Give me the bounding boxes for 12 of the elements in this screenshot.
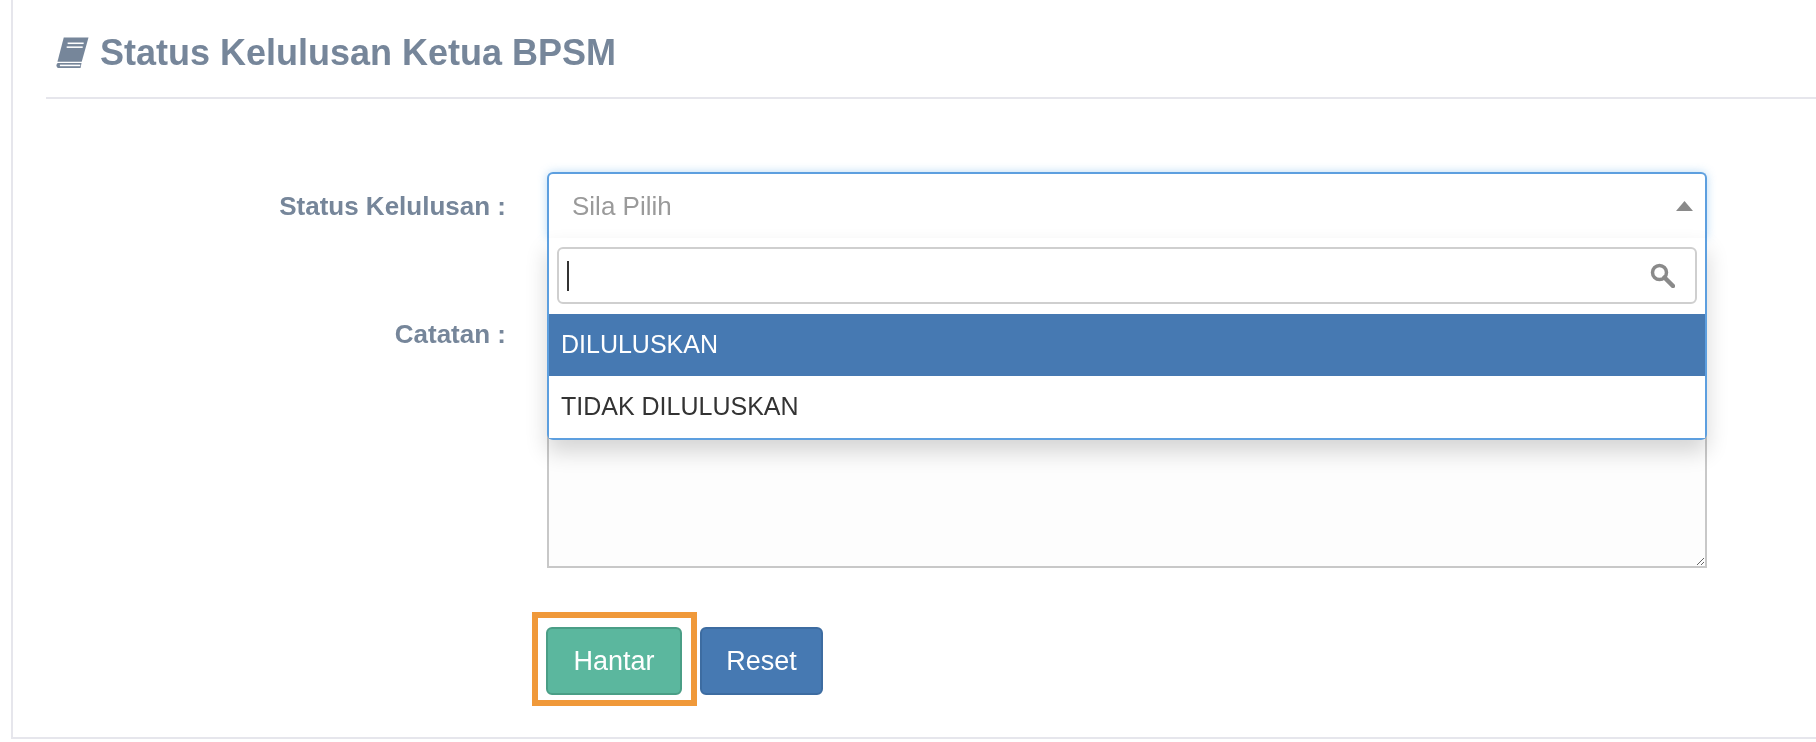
dropdown-option[interactable]: DILULUSKAN <box>549 314 1705 376</box>
search-field[interactable] <box>557 247 1697 304</box>
caret-icon <box>1676 201 1693 211</box>
dropdown-option[interactable]: TIDAK DILULUSKAN <box>549 376 1705 438</box>
book-icon <box>56 37 89 69</box>
reset-button[interactable]: Reset <box>700 627 823 695</box>
submit-button[interactable]: Hantar <box>546 627 682 695</box>
search-icon <box>1650 263 1675 288</box>
field-label: Status Kelulusan : <box>279 191 506 221</box>
page-title: Status Kelulusan Ketua BPSM <box>100 31 617 75</box>
status-select[interactable]: Sila Pilih <box>547 172 1707 238</box>
field-label: Catatan : <box>394 319 506 349</box>
